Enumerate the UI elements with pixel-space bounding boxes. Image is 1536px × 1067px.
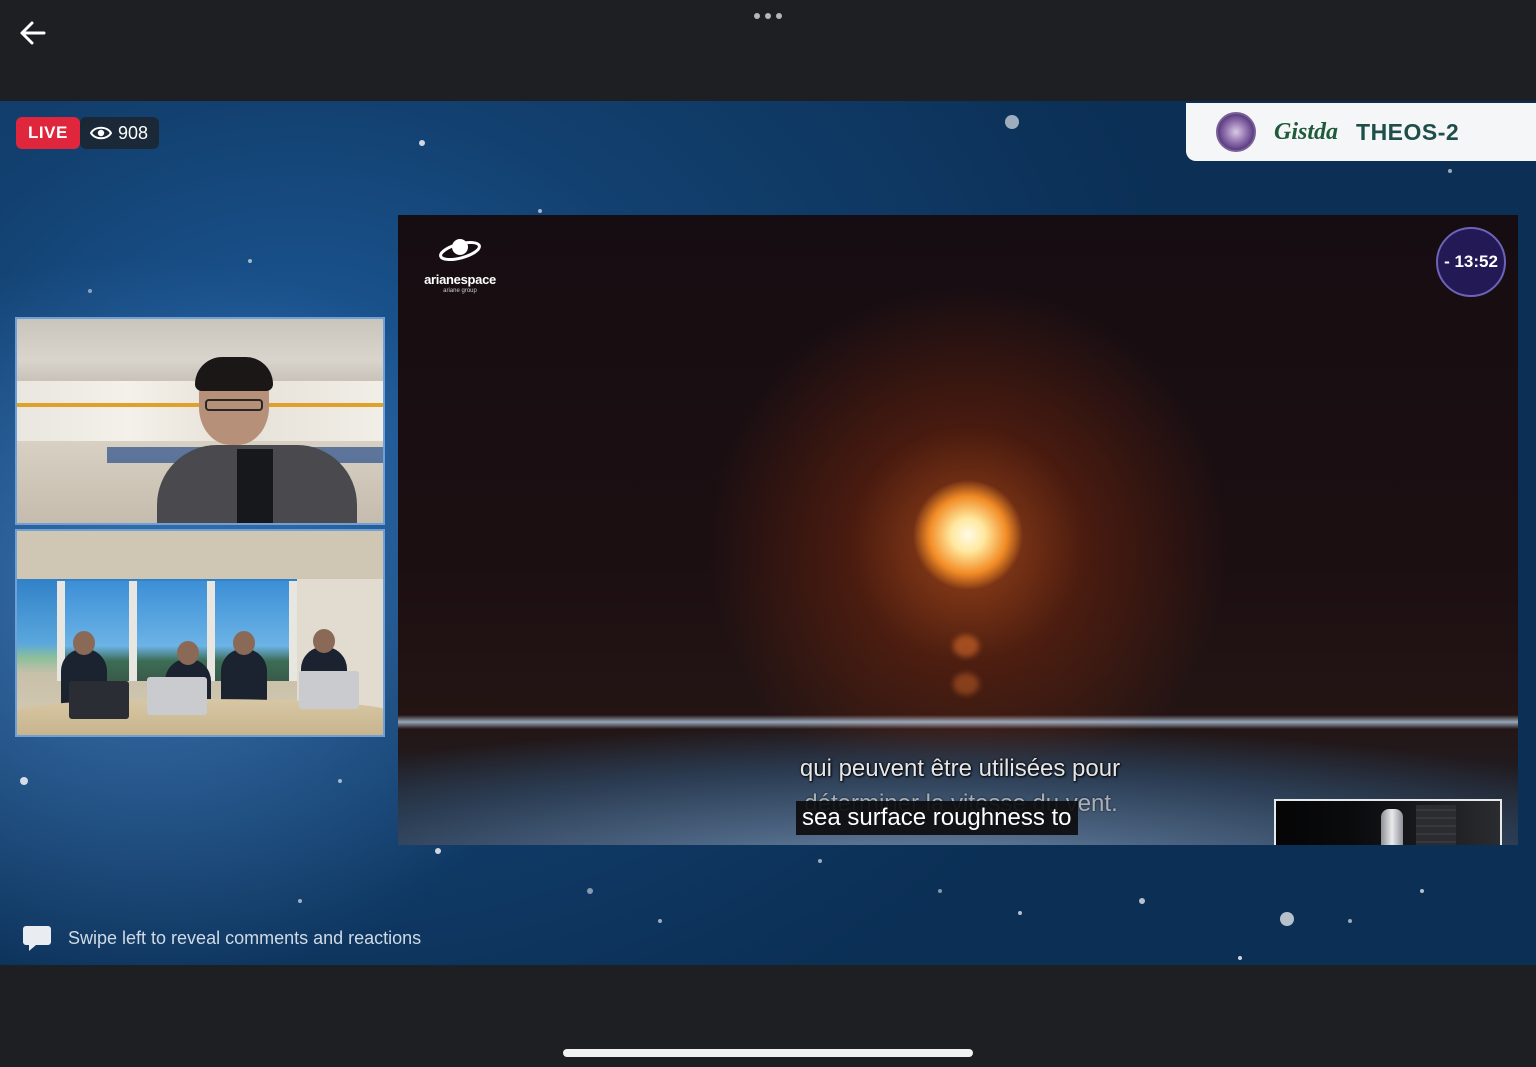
home-indicator[interactable] <box>563 1049 973 1057</box>
comments-hint[interactable]: Swipe left to reveal comments and reacti… <box>22 923 421 953</box>
more-options-button[interactable] <box>748 8 788 24</box>
agency-seal-icon <box>1216 112 1256 152</box>
eye-icon <box>90 126 112 140</box>
viewer-count: 908 <box>118 122 149 143</box>
subtitle-french-line1: qui peuvent être utilisées pour <box>799 755 1121 782</box>
main-broadcast-video[interactable]: arianespace ariane group - 13:52 qui peu… <box>398 215 1518 845</box>
speech-bubble-icon <box>23 926 51 951</box>
theos-logo-text: THEOS-2 <box>1356 118 1460 145</box>
presenter-camera-feed <box>15 317 385 525</box>
team-camera-feed <box>15 529 385 737</box>
laptop <box>299 671 359 709</box>
rocket <box>1381 809 1403 845</box>
arianespace-logo-icon <box>439 239 481 262</box>
arrow-left-icon <box>20 21 46 45</box>
broadcaster-subtitle: ariane group <box>443 288 477 294</box>
live-stream-view[interactable]: LIVE 908 Gistda THEOS-2 arianespace aria… <box>0 101 1536 965</box>
laptop <box>147 677 207 715</box>
viewer-count-badge: 908 <box>80 117 160 149</box>
top-bar <box>0 0 1536 101</box>
comments-hint-text: Swipe left to reveal comments and reacti… <box>68 927 422 948</box>
broadcaster-name: arianespace <box>424 272 496 287</box>
broadcaster-logo: arianespace ariane group <box>412 235 508 294</box>
sponsor-logo-banner: Gistda THEOS-2 <box>1186 103 1536 161</box>
more-dots-icon <box>754 13 760 19</box>
back-button[interactable] <box>14 16 52 50</box>
presenter <box>157 357 357 523</box>
live-badge: LIVE <box>16 117 80 149</box>
gistda-logo-text: Gistda <box>1274 118 1339 145</box>
subtitle-english: sea surface roughness to <box>796 801 1078 835</box>
rocket-pip-video <box>1274 799 1502 845</box>
launch-countdown: - 13:52 <box>1436 227 1506 297</box>
laptop <box>69 681 129 719</box>
